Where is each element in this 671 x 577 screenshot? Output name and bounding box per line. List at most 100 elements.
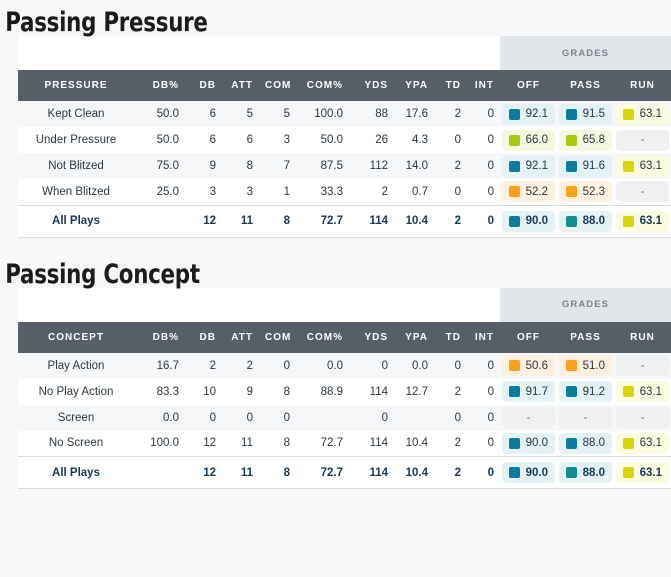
stat-cell: 5 (222, 101, 259, 127)
totals-cell: 12 (185, 204, 222, 238)
totals-row[interactable]: All Plays 12 11 8 72.7 114 10.4 2 0 90.0 88.0 63.1 (18, 204, 671, 238)
column-header-off[interactable]: OFF (500, 321, 557, 353)
stat-cell: 2 (349, 179, 394, 205)
table-row[interactable]: Not Blitzed 75.0 9 8 7 87.5 112 14.0 2 0 92.1 91.6 6… (18, 153, 671, 179)
grade-color-chip (623, 160, 634, 172)
column-header-yds[interactable]: YDS (349, 321, 394, 353)
table-row[interactable]: No Play Action 83.3 10 9 8 88.9 114 12.7 2 0 91.7 9… (18, 378, 671, 405)
stat-cell: 0 (349, 404, 394, 431)
totals-grade-cell: 88.0 (557, 456, 614, 489)
table-row[interactable]: Kept Clean 50.0 6 5 5 100.0 88 17.6 2 0 92.1 91.5 63… (18, 101, 671, 127)
stat-cell: 6 (222, 127, 259, 153)
column-header-pass[interactable]: PASS (557, 321, 614, 353)
grade-cell: 92.1 (500, 101, 557, 127)
row-label: Play Action (18, 352, 130, 379)
column-header-com[interactable]: COM (259, 321, 296, 353)
grade-badge: 63.1 (616, 210, 669, 232)
table-row[interactable]: No Screen 100.0 12 11 8 72.7 114 10.4 2 0 90.0 88.0… (18, 430, 671, 457)
row-label: Screen (18, 404, 130, 431)
column-header-ypa[interactable]: YPA (394, 321, 434, 353)
totals-row[interactable]: All Plays 12 11 8 72.7 114 10.4 2 0 90.0 88.0 63.1 (18, 456, 671, 489)
stat-cell: 0 (467, 127, 500, 153)
column-header-pressure[interactable]: PRESSURE (18, 70, 130, 101)
table-header: GRADES CONCEPT DB% DB ATT COM COM% YDS YPA TD INT O… (18, 287, 671, 353)
column-header-int[interactable]: INT (467, 70, 500, 101)
stat-cell (394, 404, 434, 431)
grade-color-chip (566, 437, 577, 449)
totals-label: All Plays (18, 456, 130, 489)
column-header-com[interactable]: COM% (296, 70, 349, 101)
grade-cell: - (614, 352, 671, 379)
grade-color-chip (623, 437, 634, 449)
column-header-ypa[interactable]: YPA (394, 70, 434, 101)
grade-cell: 91.2 (557, 378, 614, 405)
grade-cell: - (614, 404, 671, 431)
grade-value: - (640, 359, 645, 372)
stat-cell: 5 (259, 101, 296, 127)
stat-cell: 88 (349, 101, 394, 127)
column-header-int[interactable]: INT (467, 321, 500, 353)
stat-cell: 12.7 (394, 378, 434, 405)
grades-group-label: GRADES (500, 287, 671, 322)
stat-cell: 0 (434, 179, 467, 205)
table-row[interactable]: Screen 0.0 0 0 0 0 0 0- - - (18, 404, 671, 431)
column-header-db[interactable]: DB% (130, 321, 185, 353)
grade-cell: 65.8 (557, 127, 614, 153)
stat-cell: 8 (259, 378, 296, 405)
column-header-concept[interactable]: CONCEPT (18, 321, 130, 353)
table-row[interactable]: Under Pressure 50.0 6 6 3 50.0 26 4.3 0 0 66.0 65.8… (18, 127, 671, 153)
table-row[interactable]: Play Action 16.7 2 2 0 0.0 0 0.0 0 0 50.6 51.0- (18, 352, 671, 379)
stat-cell: 0.0 (296, 352, 349, 379)
table-row[interactable]: When Blitzed 25.0 3 3 1 33.3 2 0.7 0 0 52.2 52.3- (18, 179, 671, 205)
stat-cell (296, 404, 349, 431)
grade-color-chip (623, 108, 634, 120)
table-body: Kept Clean 50.0 6 5 5 100.0 88 17.6 2 0 92.1 91.5 63… (18, 101, 671, 238)
column-header-pass[interactable]: PASS (557, 70, 614, 101)
stat-cell: 112 (349, 153, 394, 179)
row-label: Not Blitzed (18, 153, 130, 179)
grade-value: - (640, 185, 645, 198)
grade-cell: 90.0 (500, 430, 557, 457)
column-header-db[interactable]: DB% (130, 70, 185, 101)
grade-badge: 63.1 (616, 103, 669, 125)
totals-cell: 10.4 (394, 204, 434, 238)
stat-cell: 10.4 (394, 430, 434, 457)
grade-color-chip (509, 134, 520, 146)
stat-cell: 0.7 (394, 179, 434, 205)
column-header-com[interactable]: COM% (296, 321, 349, 353)
section-title: Passing Pressure (5, 7, 208, 38)
column-header-att[interactable]: ATT (222, 321, 259, 353)
stat-cell: 0 (434, 352, 467, 379)
totals-grade-cell: 63.1 (614, 204, 671, 238)
column-header-run[interactable]: RUN (614, 70, 671, 101)
grade-value: - (640, 411, 645, 424)
grade-badge: - (616, 181, 669, 203)
column-header-att[interactable]: ATT (222, 70, 259, 101)
grade-value: 91.6 (582, 160, 605, 172)
stat-cell: 2 (434, 101, 467, 127)
totals-cell: 10.4 (394, 456, 434, 489)
totals-label: All Plays (18, 204, 130, 238)
column-header-run[interactable]: RUN (614, 321, 671, 353)
grade-color-chip (566, 360, 577, 371)
column-header-yds[interactable]: YDS (349, 70, 394, 101)
stat-cell: 0 (185, 404, 222, 431)
grade-color-chip (566, 108, 577, 120)
column-header-td[interactable]: TD (434, 321, 467, 353)
grade-value: 65.8 (582, 134, 605, 146)
grade-value: - (526, 411, 531, 424)
column-header-db[interactable]: DB (185, 321, 222, 353)
column-header-off[interactable]: OFF (500, 70, 557, 101)
stat-cell: 3 (185, 179, 222, 205)
column-header-db[interactable]: DB (185, 70, 222, 101)
grade-value: 63.1 (639, 160, 662, 172)
column-header-com[interactable]: COM (259, 70, 296, 101)
column-header-td[interactable]: TD (434, 70, 467, 101)
grade-badge: 90.0 (502, 210, 555, 232)
stat-cell: 26 (349, 127, 394, 153)
stat-cell: 6 (185, 127, 222, 153)
grade-color-chip (509, 467, 520, 478)
grade-value: 63.1 (639, 108, 662, 120)
stat-cell: 2 (434, 153, 467, 179)
totals-cell: 8 (259, 456, 296, 489)
